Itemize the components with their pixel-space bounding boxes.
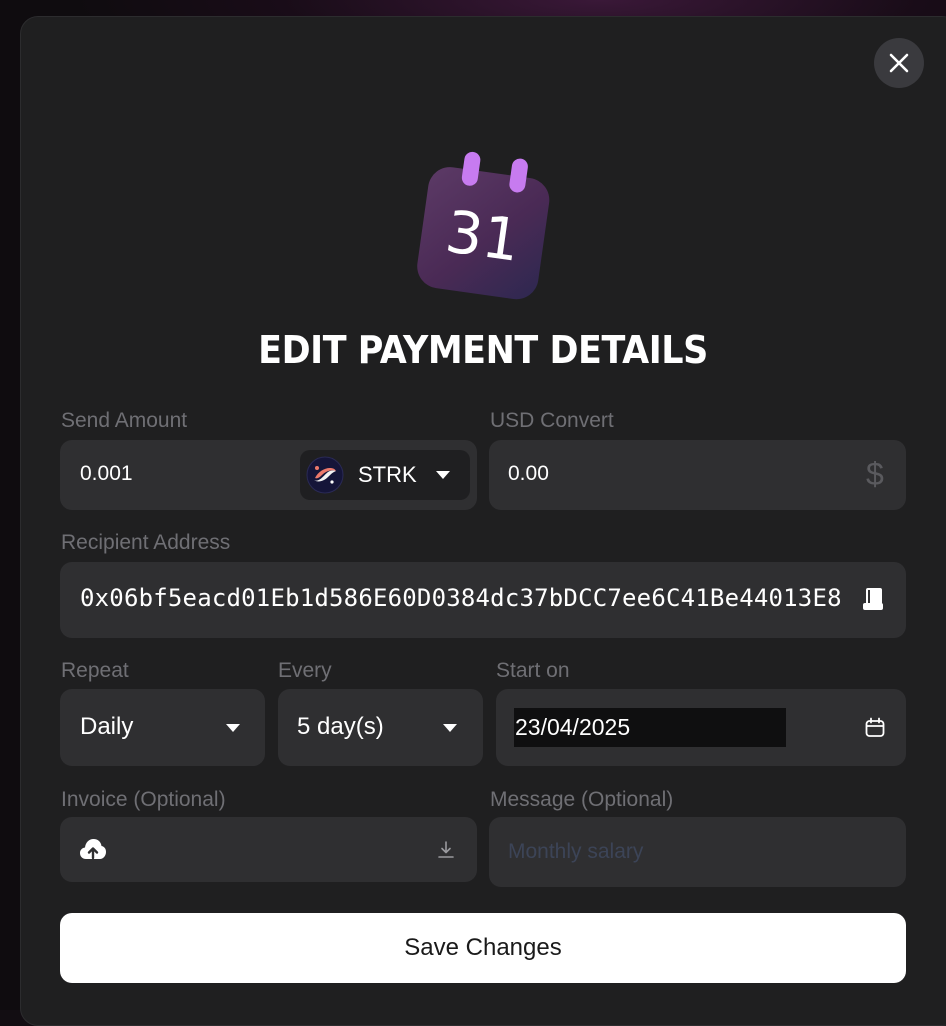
send-amount-label: Send Amount [61, 409, 188, 432]
send-amount-input[interactable]: 0.001 [80, 462, 133, 486]
token-select[interactable]: STRK [300, 450, 470, 500]
usd-convert-input[interactable]: 0.00 [508, 462, 549, 486]
token-chevron-down-icon [436, 471, 450, 479]
every-label: Every [278, 659, 332, 682]
dollar-icon: $ [866, 456, 884, 492]
close-button[interactable] [874, 38, 924, 88]
usd-convert-field [489, 440, 906, 510]
modal-title: EDIT PAYMENT DETAILS [258, 328, 708, 372]
invoice-upload-field[interactable] [60, 817, 477, 882]
address-book-icon[interactable] [862, 587, 884, 611]
close-icon [889, 53, 909, 73]
save-changes-button[interactable]: Save Changes [60, 913, 906, 983]
calendar-illustration-icon: 31 [417, 151, 550, 300]
calendar-icon[interactable] [864, 717, 886, 739]
repeat-value: Daily [80, 713, 134, 740]
calendar-day-number: 31 [442, 197, 525, 275]
message-placeholder: Monthly salary [508, 840, 644, 863]
repeat-chevron-down-icon [226, 724, 240, 732]
usd-convert-label: USD Convert [490, 409, 614, 432]
download-icon[interactable] [437, 840, 455, 860]
cloud-upload-icon [80, 839, 106, 860]
token-label: STRK [358, 462, 417, 487]
start-on-label: Start on [496, 659, 570, 682]
invoice-label: Invoice (Optional) [61, 788, 226, 811]
starknet-token-icon [306, 456, 344, 494]
every-chevron-down-icon [443, 724, 457, 732]
repeat-label: Repeat [61, 659, 129, 682]
every-value: 5 day(s) [297, 713, 384, 740]
message-label: Message (Optional) [490, 788, 674, 811]
start-date-input[interactable]: 23/04/2025 [514, 708, 786, 747]
recipient-address-input[interactable]: 0x06bf5eacd01Eb1d586E60D0384dc37bDCC7ee6… [80, 584, 870, 612]
recipient-address-label: Recipient Address [61, 531, 231, 554]
